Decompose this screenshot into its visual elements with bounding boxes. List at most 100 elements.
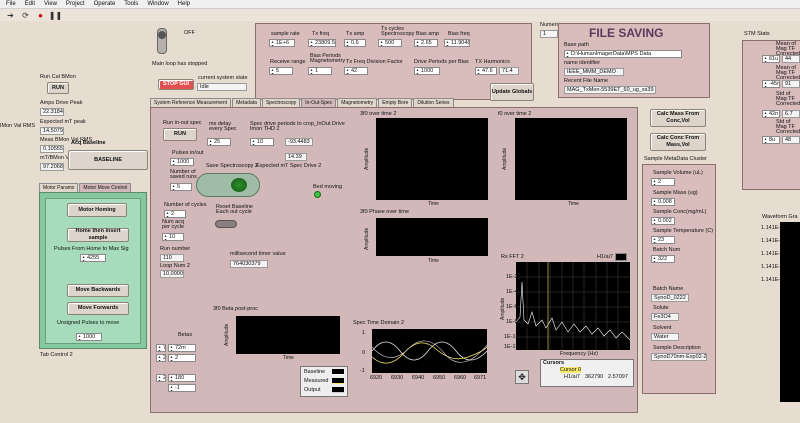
tab-dilution-series[interactable]: Dilution Series xyxy=(413,98,454,107)
bias-amp-label: Bias amp xyxy=(416,31,439,37)
menu-help[interactable]: Help xyxy=(178,1,190,7)
move-backwards-button[interactable]: Move Backwards xyxy=(67,284,129,297)
menu-tools[interactable]: Tools xyxy=(124,1,138,7)
stm-val2-1: 91 xyxy=(782,80,800,88)
sample-rate-input[interactable]: 1E+6 xyxy=(269,39,295,47)
abort-icon[interactable]: ● xyxy=(36,11,45,20)
motor-homing-button[interactable]: Motor Homing xyxy=(67,203,127,217)
tx-cycles-input[interactable]: 500 xyxy=(378,39,402,47)
saved-runs-input[interactable]: 5 xyxy=(170,183,192,191)
beta-input-4[interactable]: 2 xyxy=(156,374,166,382)
batch-name-input[interactable]: SynoD_0222 xyxy=(651,294,689,302)
run-cal-button[interactable]: RUN xyxy=(47,82,69,94)
run-continuous-icon[interactable]: ⟳ xyxy=(21,11,30,20)
menu-file[interactable]: File xyxy=(6,1,16,7)
sample-volume-input[interactable]: 2 xyxy=(651,178,675,186)
tx-freq-input[interactable]: 23809.5 xyxy=(308,39,336,47)
drive-periods-input[interactable]: 1000 xyxy=(414,67,440,75)
home-insert-button[interactable]: Home then insert sample xyxy=(67,228,129,242)
stm-val-0[interactable]: 61u xyxy=(762,55,780,63)
beta-input-1[interactable]: 72m xyxy=(168,344,196,352)
cursor-move-icon[interactable]: ✥ xyxy=(515,370,529,384)
wf-y-2: 1.141E- xyxy=(761,251,781,257)
base-path-input[interactable]: D:\HumanImagerData\MPS Data xyxy=(564,50,682,58)
menu-window[interactable]: Window xyxy=(147,1,168,7)
tab-motor-params[interactable]: Motor Params xyxy=(39,183,79,192)
baseline-button[interactable]: BASELINE xyxy=(68,150,148,170)
bias-freq-input[interactable]: 11.9048 xyxy=(444,39,470,47)
save-spectroscopy-button[interactable] xyxy=(196,173,260,197)
calc-conc-button[interactable]: Calc Conc From Mass,Vol xyxy=(650,133,706,151)
tab-motor-move-control[interactable]: Motor Move Control xyxy=(79,183,132,192)
fft-y-5: 1E-12 xyxy=(504,344,519,350)
main-loop-toggle[interactable] xyxy=(157,28,167,54)
menu-operate[interactable]: Operate xyxy=(94,1,116,7)
run-inout-button[interactable]: RUN xyxy=(163,128,197,141)
sample-mass-label: Sample Mass (ug) xyxy=(653,190,698,196)
solvent-input[interactable]: Water xyxy=(651,333,679,341)
tab-metadata[interactable]: Metadata xyxy=(232,98,261,107)
graph-f0-title: f0 over time 2 xyxy=(498,111,532,117)
sample-temp-input[interactable]: 23 xyxy=(651,236,675,244)
menu-project[interactable]: Project xyxy=(66,1,85,7)
beta-input-3[interactable]: 2 xyxy=(168,354,196,362)
unsigned-pulses-input[interactable]: 1000 xyxy=(76,333,102,341)
pulses-home-input[interactable]: 4255 xyxy=(80,254,106,262)
move-forwards-button[interactable]: Move Forwards xyxy=(67,302,129,315)
bed-moving-led xyxy=(314,191,321,198)
calc-mass-button[interactable]: Calc Mass From Conc,Vol xyxy=(650,109,706,127)
base-path-label: Base path xyxy=(564,42,589,48)
stm-val-2[interactable]: 42n xyxy=(762,110,780,118)
cycles-input[interactable]: 2 xyxy=(164,210,186,218)
graph-beta-ylabel: Amplitude xyxy=(224,323,230,346)
sample-conc-input[interactable]: 0.002 xyxy=(651,217,675,225)
fft-y-0: 1E-2 xyxy=(506,274,518,280)
run-arrow-icon[interactable]: ➔ xyxy=(6,11,15,20)
tab-magnetometry[interactable]: Magnetometry xyxy=(337,98,378,107)
bias-periods-input[interactable]: 1 xyxy=(308,67,332,75)
stm-val-3[interactable]: 8u xyxy=(762,136,780,144)
recent-file-value: MAG_TxMon-5539ET_60_ug_ss39 xyxy=(564,86,656,94)
pulses-input[interactable]: 1000 xyxy=(170,158,194,166)
tab-in-out-spec[interactable]: In-Out-Spec xyxy=(301,98,337,107)
legend-swatch-measured xyxy=(332,378,344,384)
tx-amp-input[interactable]: 0.6 xyxy=(344,39,366,47)
reset-baseline-toggle[interactable] xyxy=(215,220,237,228)
spec-x-2: 6940 xyxy=(412,375,425,381)
bias-amp-input[interactable]: 2.65 xyxy=(414,39,438,47)
tab-system-reference[interactable]: System Reference Measurement xyxy=(150,98,232,107)
batch-num-input[interactable]: 322 xyxy=(651,255,675,263)
wf-y-1: 1.141E- xyxy=(761,238,781,244)
name-identifier-input[interactable]: IEEE_MMM_DEMO xyxy=(564,68,624,76)
spec-x-5: 6971 xyxy=(474,375,487,381)
beta-input-6[interactable]: -1 xyxy=(168,384,196,392)
tx-div-input[interactable]: 42 xyxy=(344,67,368,75)
receive-range-input[interactable]: 5 xyxy=(269,67,293,75)
beta-input-0[interactable]: 72m xyxy=(156,344,166,352)
menu-view[interactable]: View xyxy=(44,1,57,7)
menu-edit[interactable]: Edit xyxy=(25,1,35,7)
solute-input[interactable]: Fe3O4 xyxy=(651,313,679,321)
tab-spectroscopy[interactable]: Spectroscopy xyxy=(261,98,301,107)
tx-harmonics-1[interactable]: 47.6 xyxy=(475,67,497,75)
tab-empty-bore[interactable]: Empty Bore xyxy=(378,98,413,107)
sample-desc-input[interactable]: SynoD70nm-Exp02-22 xyxy=(651,353,707,361)
spec-y-0: 1 xyxy=(362,330,366,336)
graph-f0-xlabel: Time xyxy=(568,201,579,207)
beta-input-5[interactable]: 180 xyxy=(168,374,196,382)
beta-input-2[interactable]: 2 xyxy=(156,354,166,362)
legend-swatch-baseline xyxy=(332,369,344,375)
spec-drive-input[interactable]: 10 xyxy=(250,138,274,146)
system-state-label: current system state xyxy=(198,75,248,81)
stm-val-1[interactable]: -45m xyxy=(762,80,780,88)
system-state-value: Idle xyxy=(197,83,247,91)
ms-delay-input[interactable]: 25 xyxy=(207,138,231,146)
sample-mass-input[interactable]: 0.008 xyxy=(651,198,675,206)
save-spec-label: Save Spectroscopy 2 xyxy=(206,163,258,169)
waveform-title: Waveform Gra xyxy=(762,214,798,220)
stm-val2-3: 48 xyxy=(782,136,800,144)
update-globals-button[interactable]: Update Globals xyxy=(490,83,534,101)
pause-icon[interactable]: ❚❚ xyxy=(49,11,62,20)
acq-per-input[interactable]: 10 xyxy=(162,233,184,241)
stop-gui-button[interactable]: STOP GUI xyxy=(158,79,194,90)
